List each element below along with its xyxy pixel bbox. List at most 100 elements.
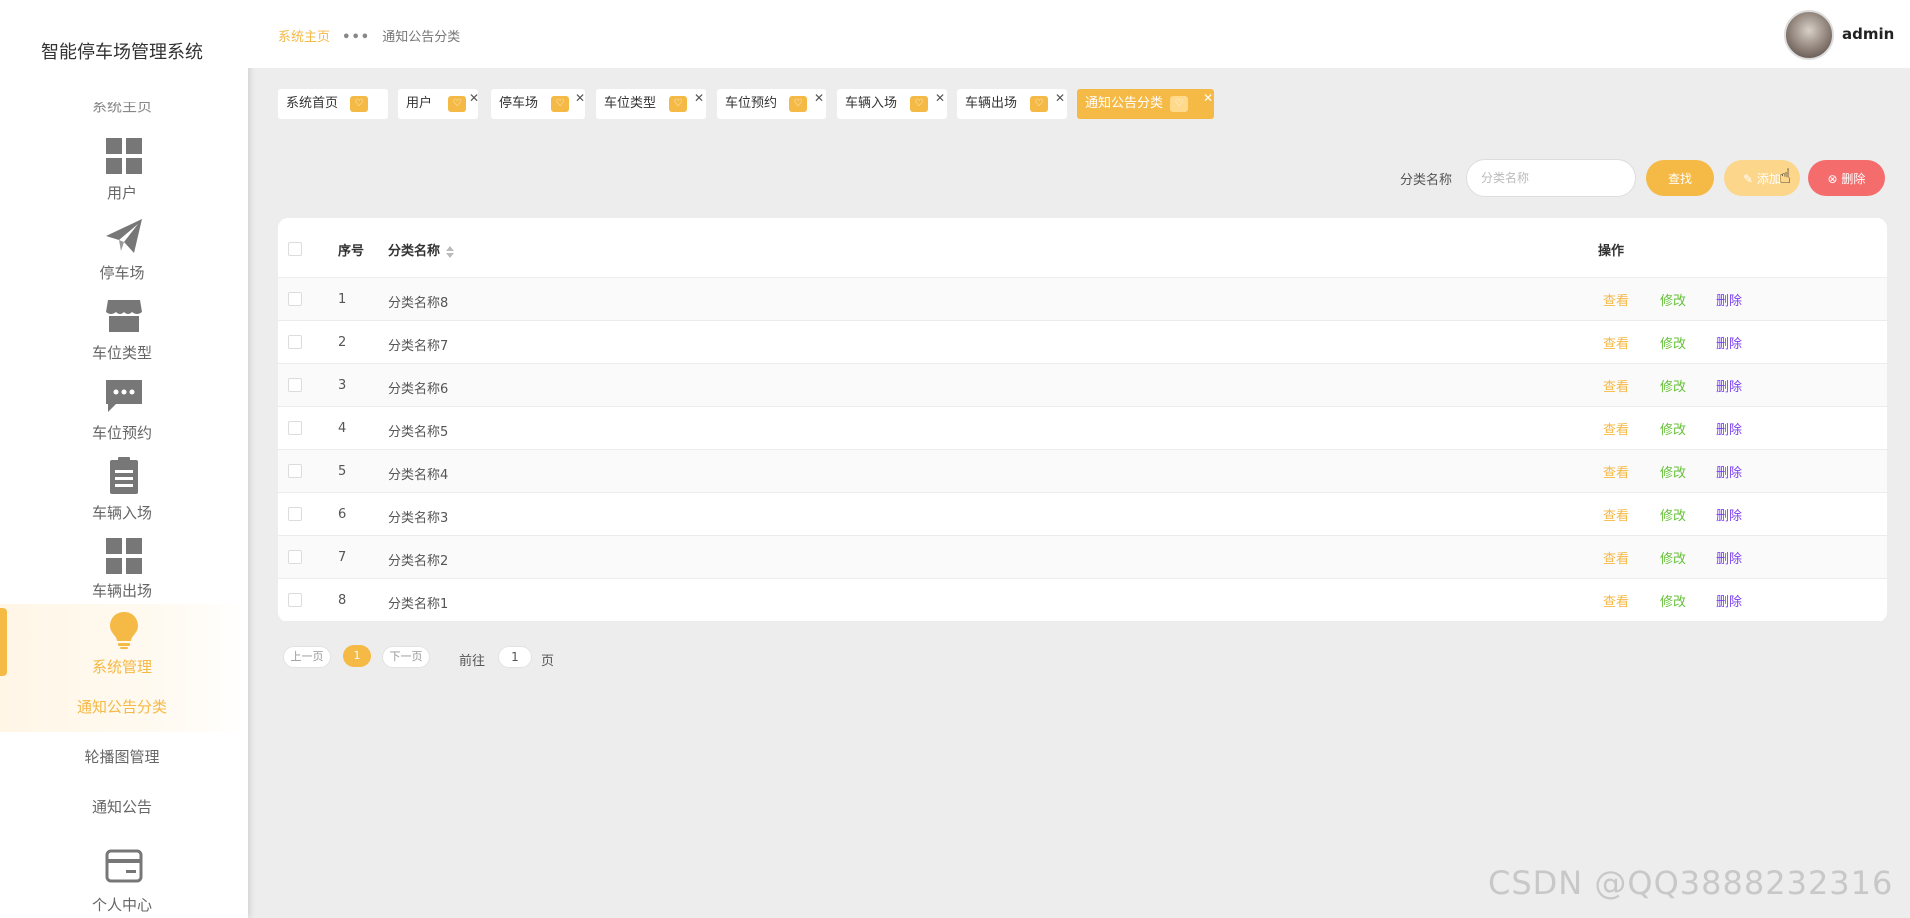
row-checkbox[interactable] (288, 593, 302, 607)
edit-link[interactable]: 修改 (1660, 376, 1686, 395)
close-icon[interactable]: ✕ (694, 83, 704, 113)
goto-suffix: 页 (541, 654, 555, 669)
search-input[interactable] (1466, 159, 1636, 197)
delete-link[interactable]: 删除 (1716, 376, 1742, 395)
delete-link[interactable]: 删除 (1716, 548, 1742, 567)
search-button[interactable]: 查找 (1646, 160, 1714, 196)
sidebar-item-system-management[interactable]: 系统管理 (0, 610, 244, 690)
table-header: 序号 分类名称 操作 (278, 218, 1887, 278)
edit-link[interactable]: 修改 (1660, 419, 1686, 438)
edit-link[interactable]: 修改 (1660, 333, 1686, 352)
tag-space-type[interactable]: 车位类型 ♡ ✕ (596, 89, 706, 119)
store-icon (106, 300, 142, 332)
submenu-item-carousel[interactable]: 轮播图管理 (0, 746, 244, 767)
select-all-checkbox[interactable] (288, 242, 302, 256)
delete-link[interactable]: 删除 (1716, 333, 1742, 352)
avatar[interactable] (1784, 10, 1834, 60)
sidebar-item-profile[interactable]: 个人中心 (0, 846, 244, 918)
tag-vehicle-in[interactable]: 车辆入场 ♡ ✕ (837, 89, 947, 119)
heart-icon: ♡ (1170, 96, 1188, 112)
tag-label: 用户 (406, 96, 433, 111)
delete-link[interactable]: 删除 (1716, 419, 1742, 438)
row-name: 分类名称3 (388, 511, 449, 526)
row-index: 3 (338, 378, 347, 393)
view-link[interactable]: 查看 (1603, 290, 1629, 309)
row-checkbox[interactable] (288, 421, 302, 435)
row-name: 分类名称5 (388, 425, 449, 440)
submenu-item-notice-category[interactable]: 通知公告分类 (0, 696, 244, 717)
close-icon[interactable]: ✕ (575, 83, 585, 113)
tag-label: 通知公告分类 (1085, 96, 1164, 111)
edit-link[interactable]: 修改 (1660, 462, 1686, 481)
table-row: 7 分类名称2 查看 修改 删除 (278, 536, 1887, 579)
column-header-index: 序号 (338, 244, 365, 259)
sidebar-item-label: 用户 (106, 184, 137, 202)
row-name: 分类名称1 (388, 597, 449, 612)
sidebar-item-vehicle-in[interactable]: 车辆入场 (0, 456, 244, 536)
view-link[interactable]: 查看 (1603, 462, 1629, 481)
heart-icon: ♡ (789, 96, 807, 112)
close-icon[interactable]: ✕ (469, 83, 479, 113)
tag-reservation[interactable]: 车位预约 ♡ ✕ (717, 89, 826, 119)
next-page-button[interactable]: 下一页 (382, 646, 430, 668)
view-link[interactable]: 查看 (1603, 591, 1629, 610)
tag-vehicle-out[interactable]: 车辆出场 ♡ ✕ (957, 89, 1067, 119)
edit-link[interactable]: 修改 (1660, 290, 1686, 309)
goto-page-input[interactable] (498, 646, 532, 668)
prev-page-button[interactable]: 上一页 (283, 646, 331, 668)
view-link[interactable]: 查看 (1603, 376, 1629, 395)
row-index: 2 (338, 335, 347, 350)
sort-icon[interactable] (446, 245, 455, 258)
table-row: 6 分类名称3 查看 修改 删除 (278, 493, 1887, 536)
column-header-name-label: 分类名称 (388, 244, 441, 259)
delete-link[interactable]: 删除 (1716, 290, 1742, 309)
edit-link[interactable]: 修改 (1660, 591, 1686, 610)
row-index: 4 (338, 421, 347, 436)
column-header-ops: 操作 (1598, 244, 1625, 259)
tag-parking-lot[interactable]: 停车场 ♡ ✕ (491, 89, 585, 119)
view-link[interactable]: 查看 (1603, 548, 1629, 567)
row-checkbox[interactable] (288, 464, 302, 478)
sidebar-item-reservation[interactable]: 车位预约 (0, 376, 244, 456)
grid-icon (106, 138, 142, 174)
edit-link[interactable]: 修改 (1660, 505, 1686, 524)
delete-button[interactable]: ⊗ 删除 (1808, 160, 1885, 196)
submenu-item-notice[interactable]: 通知公告 (0, 796, 244, 817)
breadcrumb-home[interactable]: 系统主页 (278, 30, 330, 45)
delete-link[interactable]: 删除 (1716, 591, 1742, 610)
close-icon[interactable]: ✕ (1203, 83, 1213, 113)
column-header-name[interactable]: 分类名称 (388, 240, 455, 259)
row-checkbox[interactable] (288, 335, 302, 349)
row-checkbox[interactable] (288, 507, 302, 521)
breadcrumb-current: 通知公告分类 (382, 30, 461, 45)
row-checkbox[interactable] (288, 292, 302, 306)
page-number-current[interactable]: 1 (343, 645, 371, 667)
sidebar-item-parking-lot[interactable]: 停车场 (0, 216, 244, 296)
sidebar-item-space-type[interactable]: 车位类型 (0, 296, 244, 376)
sidebar-item-users[interactable]: 用户 (0, 136, 244, 216)
sidebar-item-label: 个人中心 (91, 896, 152, 914)
row-checkbox[interactable] (288, 378, 302, 392)
delete-link[interactable]: 删除 (1716, 462, 1742, 481)
username[interactable]: admin (1842, 25, 1894, 43)
table-row: 1 分类名称8 查看 修改 删除 (278, 278, 1887, 321)
delete-circle-icon: ⊗ (1827, 171, 1842, 186)
row-checkbox[interactable] (288, 550, 302, 564)
bulb-icon (110, 612, 138, 649)
sidebar-item-home-cut[interactable]: 系统主页 (0, 102, 244, 116)
row-name: 分类名称2 (388, 554, 449, 569)
close-icon[interactable]: ✕ (935, 83, 945, 113)
tag-users[interactable]: 用户 ♡ ✕ (398, 89, 479, 119)
edit-link[interactable]: 修改 (1660, 548, 1686, 567)
close-icon[interactable]: ✕ (1055, 83, 1065, 113)
close-icon[interactable]: ✕ (814, 83, 824, 113)
tag-notice-category[interactable]: 通知公告分类 ♡ ✕ (1077, 89, 1214, 119)
view-link[interactable]: 查看 (1603, 505, 1629, 524)
tag-home[interactable]: 系统首页 ♡ (278, 89, 388, 119)
delete-link[interactable]: 删除 (1716, 505, 1742, 524)
mouse-pointer-icon: ☝ (1779, 164, 1792, 188)
view-link[interactable]: 查看 (1603, 419, 1629, 438)
view-link[interactable]: 查看 (1603, 333, 1629, 352)
row-name: 分类名称8 (388, 296, 449, 311)
row-index: 8 (338, 593, 347, 608)
